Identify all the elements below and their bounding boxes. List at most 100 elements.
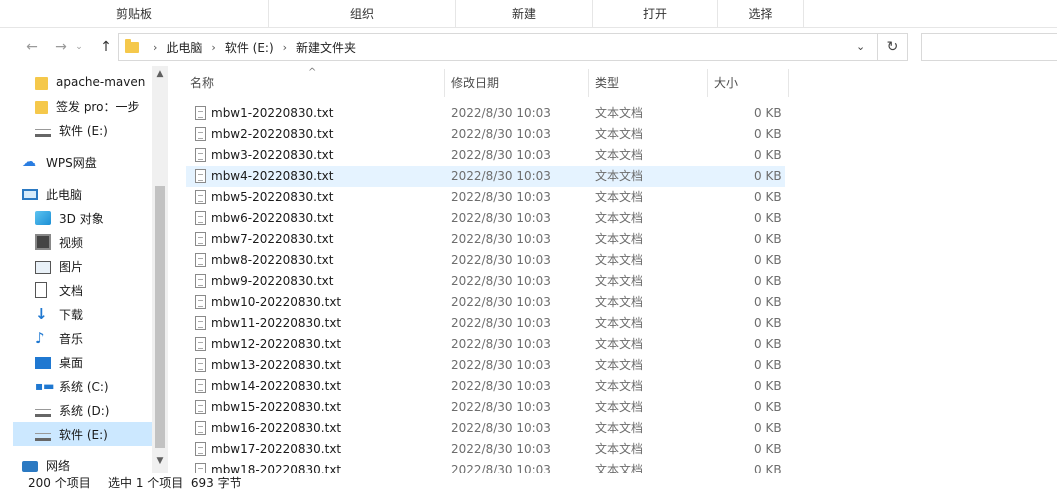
text-file-icon (195, 148, 206, 162)
nav-item-system-c[interactable]: ▪▬ 系统 (C:) (13, 374, 153, 398)
text-file-icon (195, 232, 206, 246)
file-row[interactable]: mbw8-20220830.txt 2022/8/30 10:03 文本文档 0 KB (186, 250, 785, 271)
breadcrumb-separator-icon[interactable]: › (211, 41, 215, 54)
windows-drive-icon: ▪▬ (35, 379, 55, 393)
ribbon-group-clipboard[interactable]: 剪贴板 (0, 0, 269, 27)
file-row[interactable]: mbw13-20220830.txt 2022/8/30 10:03 文本文档 0 K… (186, 355, 785, 376)
nav-item-apache-maven[interactable]: apache-maven (13, 70, 153, 94)
column-header-size[interactable]: 大小 (708, 69, 789, 97)
address-row: ← → ⌄ ↑ › 此电脑 › 软件 (E:) › 新建文件夹 ⌄ ↻ (0, 28, 1057, 66)
nav-item-pictures[interactable]: 图片 (13, 254, 153, 278)
ribbon-group-organize[interactable]: 组织 (269, 0, 456, 27)
3d-objects-icon (35, 211, 51, 225)
nav-item-documents[interactable]: 文档 (13, 278, 153, 302)
ribbon-group-open[interactable]: 打开 (593, 0, 718, 27)
text-file-icon (195, 295, 206, 309)
nav-item-videos[interactable]: 视频 (13, 230, 153, 254)
file-row[interactable]: mbw10-20220830.txt 2022/8/30 10:03 文本文档 0 K… (186, 292, 785, 313)
folder-icon (35, 100, 48, 114)
file-modified-date: 2022/8/30 10:03 (451, 379, 551, 393)
file-size: 0 KB (754, 253, 782, 267)
forward-button[interactable]: → (51, 37, 71, 57)
text-file-icon (195, 358, 206, 372)
nav-pane-scrollbar[interactable]: ▲ ▼ (152, 66, 168, 473)
nav-item-label: 此电脑 (46, 187, 83, 202)
file-row[interactable]: mbw7-20220830.txt 2022/8/30 10:03 文本文档 0 KB (186, 229, 785, 250)
nav-item-network[interactable]: 网络 (13, 453, 153, 473)
navigation-pane: apache-maven 签发 pro：一步 软件 (E:) ☁ WPS网盘 此… (0, 66, 168, 473)
breadcrumb-separator-icon[interactable]: › (153, 41, 157, 54)
nav-item-3d-objects[interactable]: 3D 对象 (13, 206, 153, 230)
breadcrumb-this-pc[interactable]: 此电脑 (166, 39, 202, 56)
file-size: 0 KB (754, 295, 782, 309)
up-button[interactable]: ↑ (96, 37, 116, 57)
ribbon-group-select[interactable]: 选择 (718, 0, 804, 27)
file-modified-date: 2022/8/30 10:03 (451, 253, 551, 267)
search-input[interactable] (921, 33, 1057, 61)
file-row[interactable]: mbw16-20220830.txt 2022/8/30 10:03 文本文档 0 K… (186, 418, 785, 439)
nav-item-drive-e-quick[interactable]: 软件 (E:) (13, 118, 153, 142)
ribbon-group-new[interactable]: 新建 (456, 0, 593, 27)
file-row[interactable]: mbw11-20220830.txt 2022/8/30 10:03 文本文档 0 K… (186, 313, 785, 334)
scroll-up-icon[interactable]: ▲ (156, 69, 164, 79)
breadcrumb-new-folder[interactable]: 新建文件夹 (296, 39, 356, 56)
nav-item-music[interactable]: ♪ 音乐 (13, 326, 153, 350)
status-selection: 选中 1 个项目 693 字节 (108, 476, 242, 490)
nav-item-wps-cloud[interactable]: ☁ WPS网盘 (13, 150, 153, 174)
drive-icon (35, 409, 51, 417)
column-header-name[interactable]: 名称 ^ (168, 67, 445, 97)
column-header-type[interactable]: 类型 (589, 69, 708, 97)
documents-icon (35, 282, 47, 298)
drive-icon (35, 433, 51, 441)
file-name: mbw5-20220830.txt (211, 190, 334, 204)
file-modified-date: 2022/8/30 10:03 (451, 169, 551, 183)
file-row[interactable]: mbw5-20220830.txt 2022/8/30 10:03 文本文档 0 KB (186, 187, 785, 208)
file-row[interactable]: mbw17-20220830.txt 2022/8/30 10:03 文本文档 0 K… (186, 439, 785, 460)
file-size: 0 KB (754, 274, 782, 288)
file-row[interactable]: mbw15-20220830.txt 2022/8/30 10:03 文本文档 0 K… (186, 397, 785, 418)
back-button[interactable]: ← (22, 37, 42, 57)
arrow-left-icon: ← (26, 39, 38, 55)
file-row[interactable]: mbw14-20220830.txt 2022/8/30 10:03 文本文档 0 K… (186, 376, 785, 397)
scroll-down-icon[interactable]: ▼ (156, 456, 164, 466)
file-size: 0 KB (754, 379, 782, 393)
ribbon-group-bar: 剪贴板 组织 新建 打开 选择 (0, 0, 1057, 28)
file-row[interactable]: mbw4-20220830.txt 2022/8/30 10:03 文本文档 0 KB (186, 166, 785, 187)
text-file-icon (195, 190, 206, 204)
text-file-icon (195, 127, 206, 141)
column-header-modified[interactable]: 修改日期 (445, 69, 589, 97)
nav-item-label: 系统 (C:) (59, 379, 109, 394)
nav-item-label: 音乐 (59, 331, 84, 346)
nav-item-signing-pro[interactable]: 签发 pro：一步 (13, 94, 153, 118)
file-type: 文本文档 (595, 127, 644, 141)
file-row[interactable]: mbw1-20220830.txt 2022/8/30 10:03 文本文档 0 KB (186, 103, 785, 124)
refresh-button[interactable]: ↻ (878, 33, 908, 61)
file-row[interactable]: mbw2-20220830.txt 2022/8/30 10:03 文本文档 0 KB (186, 124, 785, 145)
scrollbar-thumb[interactable] (155, 186, 165, 448)
nav-item-downloads[interactable]: ↓ 下载 (13, 302, 153, 326)
file-row[interactable]: mbw3-20220830.txt 2022/8/30 10:03 文本文档 0 KB (186, 145, 785, 166)
address-dropdown-icon[interactable]: ⌄ (856, 40, 868, 53)
file-modified-date: 2022/8/30 10:03 (451, 190, 551, 204)
file-type: 文本文档 (595, 400, 644, 414)
video-icon (35, 234, 51, 250)
nav-item-drive-e[interactable]: 软件 (E:) (13, 422, 153, 446)
address-bar[interactable]: › 此电脑 › 软件 (E:) › 新建文件夹 (118, 33, 878, 61)
file-row[interactable]: mbw9-20220830.txt 2022/8/30 10:03 文本文档 0 KB (186, 271, 785, 292)
breadcrumb-drive-e[interactable]: 软件 (E:) (225, 39, 274, 56)
file-row[interactable]: mbw12-20220830.txt 2022/8/30 10:03 文本文档 0 K… (186, 334, 785, 355)
file-modified-date: 2022/8/30 10:03 (451, 148, 551, 162)
file-size: 0 KB (754, 211, 782, 225)
nav-item-this-pc[interactable]: 此电脑 (13, 182, 153, 206)
file-row[interactable]: mbw6-20220830.txt 2022/8/30 10:03 文本文档 0 KB (186, 208, 785, 229)
file-type: 文本文档 (595, 295, 644, 309)
breadcrumb-separator-icon[interactable]: › (283, 41, 287, 54)
text-file-icon (195, 106, 206, 120)
file-row[interactable]: mbw18-20220830.txt 2022/8/30 10:03 文本文档 0 K… (186, 460, 785, 473)
file-name: mbw9-20220830.txt (211, 274, 334, 288)
nav-item-desktop[interactable]: 桌面 (13, 350, 153, 374)
file-size: 0 KB (754, 127, 782, 141)
text-file-icon (195, 463, 206, 473)
nav-item-system-d[interactable]: 系统 (D:) (13, 398, 153, 422)
recent-locations-button[interactable]: ⌄ (73, 37, 85, 57)
